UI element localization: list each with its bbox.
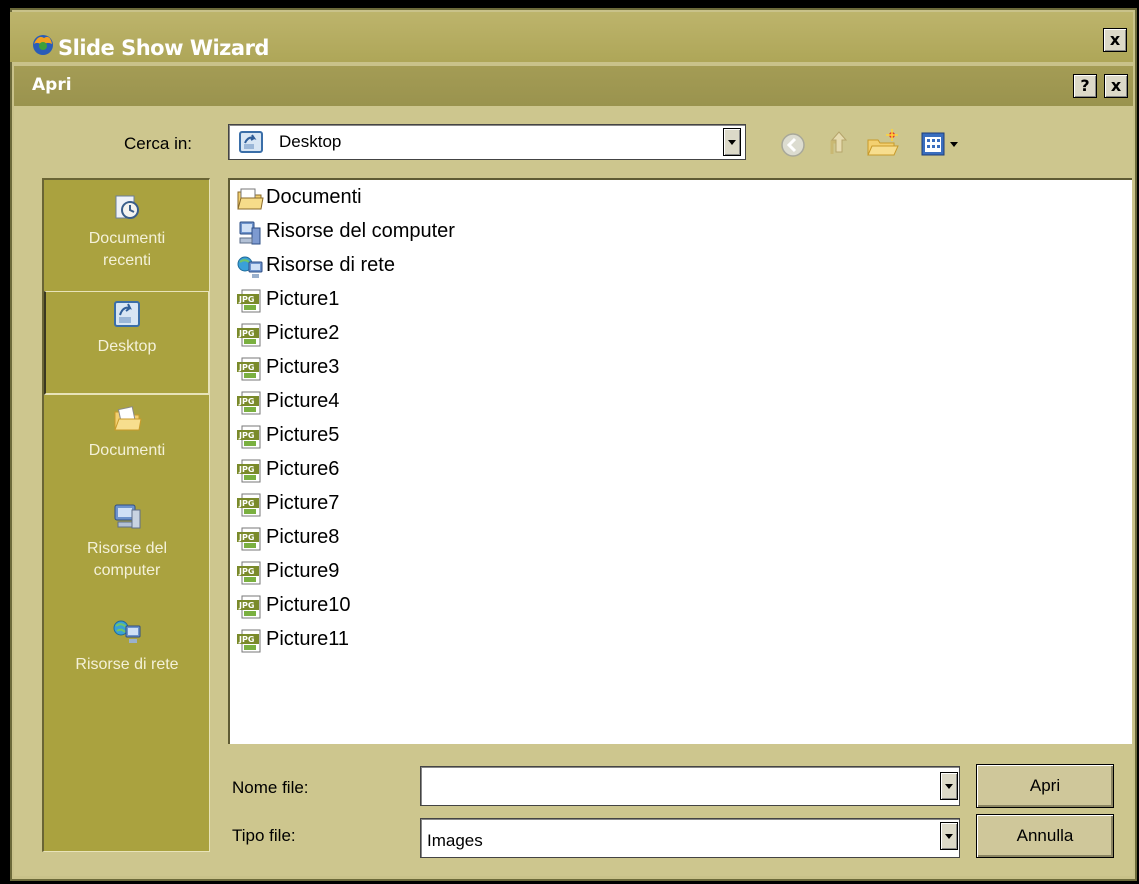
place-label-line: Risorse del (86, 540, 168, 557)
new-folder-icon[interactable] (866, 128, 900, 158)
slideshow-app-icon (33, 35, 53, 55)
wizard-title-bar[interactable]: Slide Show Wizard (10, 12, 1133, 62)
jpg-file-icon: JPG (237, 425, 261, 449)
network-icon (237, 256, 263, 278)
jpg-file-icon: JPG (237, 391, 261, 415)
jpg-file-icon: JPG (237, 459, 261, 483)
network-places-icon (113, 620, 141, 643)
file-name: Picture8 (266, 526, 340, 548)
file-name: Documenti (266, 186, 362, 208)
dialog-close-button[interactable]: x (1104, 74, 1128, 98)
file-name: Picture3 (266, 356, 340, 378)
look-in-label: Cerca in: (124, 134, 193, 153)
jpg-file-icon: JPG (237, 561, 261, 585)
jpg-file-icon: JPG (237, 595, 261, 619)
svg-text:JPG: JPG (238, 635, 254, 644)
look-in-value: Desktop (279, 132, 342, 151)
svg-text:JPG: JPG (238, 431, 254, 440)
computer-icon (239, 221, 261, 245)
place-label-line: recenti (102, 252, 152, 269)
file-name: Picture6 (266, 458, 340, 480)
dialog-title: Apri (32, 75, 72, 95)
svg-text:JPG: JPG (238, 499, 254, 508)
look-in-combo[interactable]: Desktop (228, 124, 746, 160)
file-name: Picture11 (266, 628, 350, 650)
svg-text:JPG: JPG (238, 295, 254, 304)
file-name: Picture4 (266, 390, 340, 412)
file-type-dropdown-button[interactable] (940, 822, 958, 850)
svg-text:JPG: JPG (238, 567, 254, 576)
folder-icon (237, 188, 264, 210)
svg-text:JPG: JPG (238, 363, 254, 372)
dialog-title-bar[interactable]: Apri (14, 66, 1133, 106)
open-button[interactable]: Apri (976, 764, 1114, 808)
place-label-line: Risorse di rete (75, 656, 179, 673)
place-my-documents[interactable]: Documenti (44, 404, 210, 494)
place-desktop[interactable]: Desktop (44, 291, 210, 395)
places-bar: Documenti recenti Desktop Documenti Riso… (42, 178, 210, 852)
place-recent-documents[interactable]: Documenti recenti (44, 192, 210, 292)
file-name: Picture2 (266, 322, 340, 344)
file-type-value: Images (427, 831, 483, 850)
svg-text:JPG: JPG (238, 465, 254, 474)
svg-text:JPG: JPG (238, 601, 254, 610)
up-folder-icon[interactable] (826, 128, 852, 158)
file-list[interactable]: Documenti Risorse del computer Risorse d… (228, 178, 1132, 744)
place-network[interactable]: Risorse di rete (44, 618, 210, 698)
wizard-title: Slide Show Wizard (58, 36, 269, 60)
svg-text:JPG: JPG (238, 329, 254, 338)
desktop-icon (239, 131, 263, 153)
look-in-dropdown-button[interactable] (723, 128, 741, 156)
recent-documents-icon (115, 195, 139, 219)
place-label-line: Documenti (88, 230, 166, 247)
jpg-file-icon: JPG (237, 323, 261, 347)
file-name: Picture7 (266, 492, 340, 514)
views-menu-icon[interactable] (920, 130, 964, 158)
svg-text:JPG: JPG (238, 533, 254, 542)
place-label-line: Documenti (88, 442, 166, 459)
file-name: Picture5 (266, 424, 340, 446)
cancel-button[interactable]: Annulla (976, 814, 1114, 858)
jpg-file-icon: JPG (237, 357, 261, 381)
jpg-file-icon: JPG (237, 629, 261, 653)
place-my-computer[interactable]: Risorse del computer (44, 502, 210, 612)
file-name-label: Nome file: (232, 778, 309, 797)
help-button[interactable]: ? (1073, 74, 1097, 98)
wizard-close-button[interactable]: x (1103, 28, 1127, 52)
file-type-label: Tipo file: (232, 826, 296, 845)
jpg-file-icon: JPG (237, 493, 261, 517)
back-icon[interactable] (780, 132, 806, 158)
file-type-select[interactable]: Images (420, 818, 960, 858)
place-label-line: computer (93, 562, 161, 579)
my-documents-icon (114, 406, 142, 431)
file-name: Risorse di rete (266, 254, 395, 276)
file-name: Picture9 (266, 560, 340, 582)
place-label-line: Desktop (97, 338, 157, 355)
jpg-file-icon: JPG (237, 527, 261, 551)
jpg-file-icon: JPG (237, 289, 261, 313)
file-name-dropdown-button[interactable] (940, 772, 958, 800)
file-name: Picture1 (266, 288, 340, 310)
svg-text:JPG: JPG (238, 397, 254, 406)
my-computer-icon (114, 504, 141, 529)
desktop-icon (114, 301, 140, 327)
file-name-input[interactable] (420, 766, 960, 806)
file-name: Risorse del computer (266, 220, 455, 242)
file-name: Picture10 (266, 594, 351, 616)
